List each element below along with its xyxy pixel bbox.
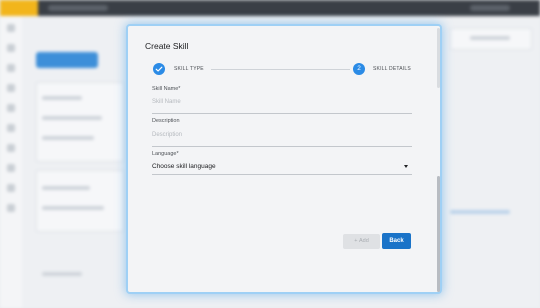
description-underline: [152, 146, 412, 147]
step-2-number: 2: [353, 63, 365, 75]
top-bar-title: [48, 5, 108, 11]
check-icon: [155, 66, 163, 72]
background-text: [42, 272, 82, 276]
sidebar-icon: [7, 84, 15, 92]
dialog-scroll-track: [437, 28, 440, 88]
sidebar-icon: [7, 44, 15, 52]
description-input[interactable]: Description: [152, 132, 182, 138]
dialog-title: Create Skill: [145, 41, 189, 51]
background-primary-button: [36, 52, 98, 68]
step-connector: [211, 69, 350, 70]
sidebar-icon: [7, 124, 15, 132]
sidebar-icon: [7, 164, 15, 172]
background-text: [470, 36, 510, 40]
app-logo: [0, 0, 38, 16]
add-button[interactable]: + Add: [343, 234, 380, 249]
background-text: [42, 186, 90, 190]
background-card: [36, 170, 124, 232]
language-underline: [152, 174, 412, 175]
step-2-label: SKILL DETAILS: [373, 66, 411, 72]
add-button-label: Add: [358, 238, 369, 244]
skill-name-input[interactable]: Skill Name: [152, 99, 181, 105]
skill-name-underline: [152, 113, 412, 114]
sidebar-icon: [7, 204, 15, 212]
background-text: [450, 210, 510, 214]
sidebar-icon: [7, 24, 15, 32]
sidebar-icon: [7, 104, 15, 112]
background-text: [42, 96, 82, 100]
plus-icon: +: [354, 238, 358, 244]
background-text: [42, 136, 94, 140]
step-1-label: SKILL TYPE: [174, 66, 204, 72]
sidebar-icon: [7, 64, 15, 72]
background-card: [36, 82, 124, 162]
language-select[interactable]: Choose skill language: [152, 163, 216, 170]
chevron-down-icon[interactable]: [404, 165, 408, 168]
background-text: [42, 116, 102, 120]
stepper: SKILL TYPE 2 SKILL DETAILS: [153, 62, 415, 76]
skill-name-label: Skill Name*: [152, 86, 181, 92]
app-top-bar: [0, 0, 540, 16]
background-text: [42, 206, 104, 210]
back-button[interactable]: Back: [382, 233, 411, 249]
language-label: Language*: [152, 151, 179, 157]
create-skill-dialog: Create Skill SKILL TYPE 2 SKILL DETAILS …: [128, 26, 440, 292]
description-label: Description: [152, 118, 180, 124]
sidebar-icon: [7, 144, 15, 152]
sidebar-icon: [7, 184, 15, 192]
app-sidebar: [0, 16, 23, 308]
top-bar-user: [470, 5, 510, 11]
dialog-scrollbar[interactable]: [437, 176, 440, 292]
step-1-complete: [153, 63, 165, 75]
